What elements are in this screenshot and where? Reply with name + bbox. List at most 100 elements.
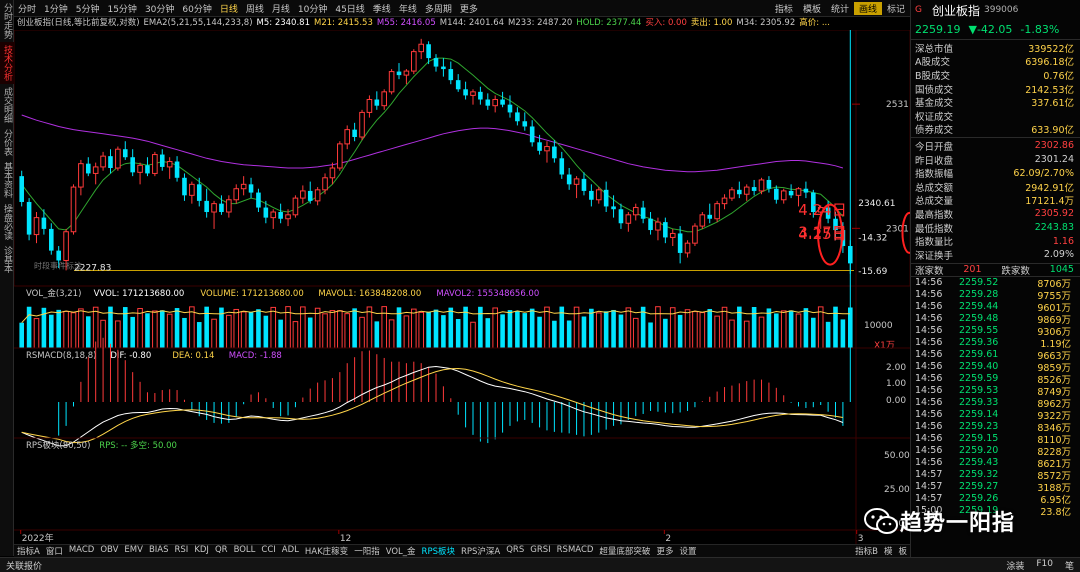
stat-value: 2305.92 (1034, 208, 1074, 220)
toolbar-button[interactable]: 统计 (826, 2, 854, 15)
candle-body (292, 197, 299, 216)
period-button[interactable]: 更多 (456, 2, 482, 15)
candle-body (780, 190, 787, 201)
stat-row: B股成交 0.76亿 (911, 68, 1080, 82)
stat-row: 最高指数 2305.92 (911, 207, 1080, 221)
y-tick-label: 2531 (886, 100, 909, 110)
left-tab[interactable]: 操盘必读 (0, 201, 14, 243)
period-button[interactable]: 1分钟 (40, 2, 72, 15)
candle-body (85, 163, 91, 174)
candle-body (19, 176, 24, 202)
period-button[interactable]: 10分钟 (294, 2, 331, 15)
indicator-tab[interactable]: ADL (279, 545, 302, 557)
volume-bar (581, 316, 587, 348)
candle-body (485, 99, 491, 106)
tick-price: 2259.61 (959, 349, 999, 360)
vol-header-value: VOL_金(3,21) (26, 288, 81, 299)
volume-bar (314, 307, 321, 349)
indicator-tab[interactable]: BOLL (231, 545, 259, 557)
period-button[interactable]: 季线 (369, 2, 395, 15)
status-bar-item[interactable]: 涂装 (1000, 559, 1030, 572)
rps-axis-label: 25.00 (884, 485, 910, 495)
candle-body (374, 99, 380, 106)
period-button[interactable]: 月线 (268, 2, 294, 15)
indicator-tab[interactable]: EMV (121, 545, 146, 557)
left-tab[interactable]: 技术分析 (0, 42, 14, 84)
quote-header: G 创业板指 399006 (911, 0, 1080, 20)
left-tab[interactable]: 基本资料 (0, 159, 14, 201)
candle-body (122, 149, 128, 158)
candle-body (663, 222, 668, 238)
indicator-tab[interactable]: HAK庄稼变 (302, 545, 351, 557)
candle-body (418, 43, 424, 53)
indicator-tab[interactable]: 窗口 (43, 545, 66, 557)
period-button[interactable]: 周线 (242, 2, 268, 15)
volume-bar (795, 313, 802, 349)
indicator-tab[interactable]: RSMACD (554, 545, 597, 557)
indicator-tab[interactable]: 指标A (14, 545, 43, 557)
period-button[interactable]: 年线 (395, 2, 421, 15)
tick-price: 2259.59 (959, 373, 999, 384)
macd-header-value: DIF: -0.80 (110, 351, 151, 361)
left-tab[interactable]: 成交明细 (0, 84, 14, 126)
toolbar-button[interactable]: 标记 (882, 2, 910, 15)
toolbar-button[interactable]: 画线 (853, 1, 882, 15)
indicator-tab[interactable]: 一阳指 (351, 545, 383, 557)
toolbar-button[interactable]: 模板 (798, 2, 826, 15)
indicator-tab[interactable]: MACD (66, 545, 97, 557)
indicator-tab[interactable]: BIAS (146, 545, 172, 557)
linked-quote-label[interactable]: 关联报价 (0, 559, 48, 572)
period-button[interactable]: 5分钟 (72, 2, 104, 15)
indicator-tab[interactable]: RPS板块 (419, 545, 458, 557)
candle-body (795, 188, 802, 196)
period-button[interactable]: 30分钟 (141, 2, 178, 15)
status-value: 卖出: 1.00 (690, 18, 733, 28)
indicator-tab[interactable]: CCI (258, 545, 278, 557)
rps-header-value: RPS板块(80,50) (26, 440, 90, 451)
indicator-tab[interactable]: 更多 (653, 545, 676, 557)
volume-bar (115, 320, 121, 349)
indicator-tab-right: 指标B 模板 (852, 545, 910, 557)
candle-body (314, 189, 321, 202)
left-tab[interactable]: 分价表 (0, 126, 14, 159)
indicator-tab[interactable]: 指标B (852, 545, 881, 557)
status-bar-item[interactable]: 笔 (1059, 559, 1080, 572)
period-button[interactable]: 分时 (14, 2, 40, 15)
vol-header-value: MAVOL2: 155348656.00 (436, 289, 539, 299)
decline-count: 1045 (1049, 264, 1074, 275)
indicator-tab[interactable]: 板 (895, 545, 910, 557)
period-button[interactable]: 45日线 (331, 2, 368, 15)
left-tab[interactable]: 分时走势 (0, 0, 14, 42)
period-button[interactable]: 15分钟 (103, 2, 140, 15)
indicator-tab[interactable]: OBV (97, 545, 121, 557)
indicator-tab[interactable]: 超量底部突破 (596, 545, 653, 557)
candle-body (41, 217, 47, 229)
period-button[interactable]: 日线 (216, 2, 242, 15)
left-tab[interactable]: 诊基本 (0, 243, 14, 276)
indicator-tab[interactable]: RSI (172, 545, 192, 557)
stat-row: 指数振幅 62.09/2.70% (911, 166, 1080, 181)
kline-chart[interactable]: 230125312661.282340.612227.83-14.32-15.6… (14, 30, 910, 544)
indicator-tab[interactable]: QR (212, 545, 231, 557)
period-button[interactable]: 多周期 (421, 2, 456, 15)
period-button[interactable]: 60分钟 (178, 2, 215, 15)
candle-body (655, 221, 661, 231)
candle-body (632, 207, 639, 216)
left-tab-strip: 分时走势 技术分析 成交明细 分价表 基本资料 操盘必读 诊基本 (0, 0, 14, 556)
indicator-tab[interactable]: 设置 (676, 545, 699, 557)
indicator-tab[interactable]: KDJ (191, 545, 212, 557)
indicator-tab[interactable]: VOL_金 (383, 545, 419, 557)
stat-row: 深总市值 339522亿 (911, 41, 1080, 55)
tick-price: 2259.23 (959, 421, 999, 432)
toolbar-button[interactable]: 指标 (770, 2, 798, 15)
status-bar-item[interactable]: F10 (1030, 559, 1059, 572)
candle-body (137, 164, 143, 173)
candle-body (581, 178, 587, 191)
indicator-tab[interactable]: 模 (881, 545, 896, 557)
indicator-tab[interactable]: GRSI (527, 545, 553, 557)
indicator-tab[interactable]: RPS沪深A (458, 545, 503, 557)
price-annotation: -14.32 (858, 233, 887, 243)
indicator-tab[interactable]: QRS (503, 545, 527, 557)
tick-time: 14:56 (915, 361, 943, 372)
tick-time: 14:56 (915, 337, 943, 348)
